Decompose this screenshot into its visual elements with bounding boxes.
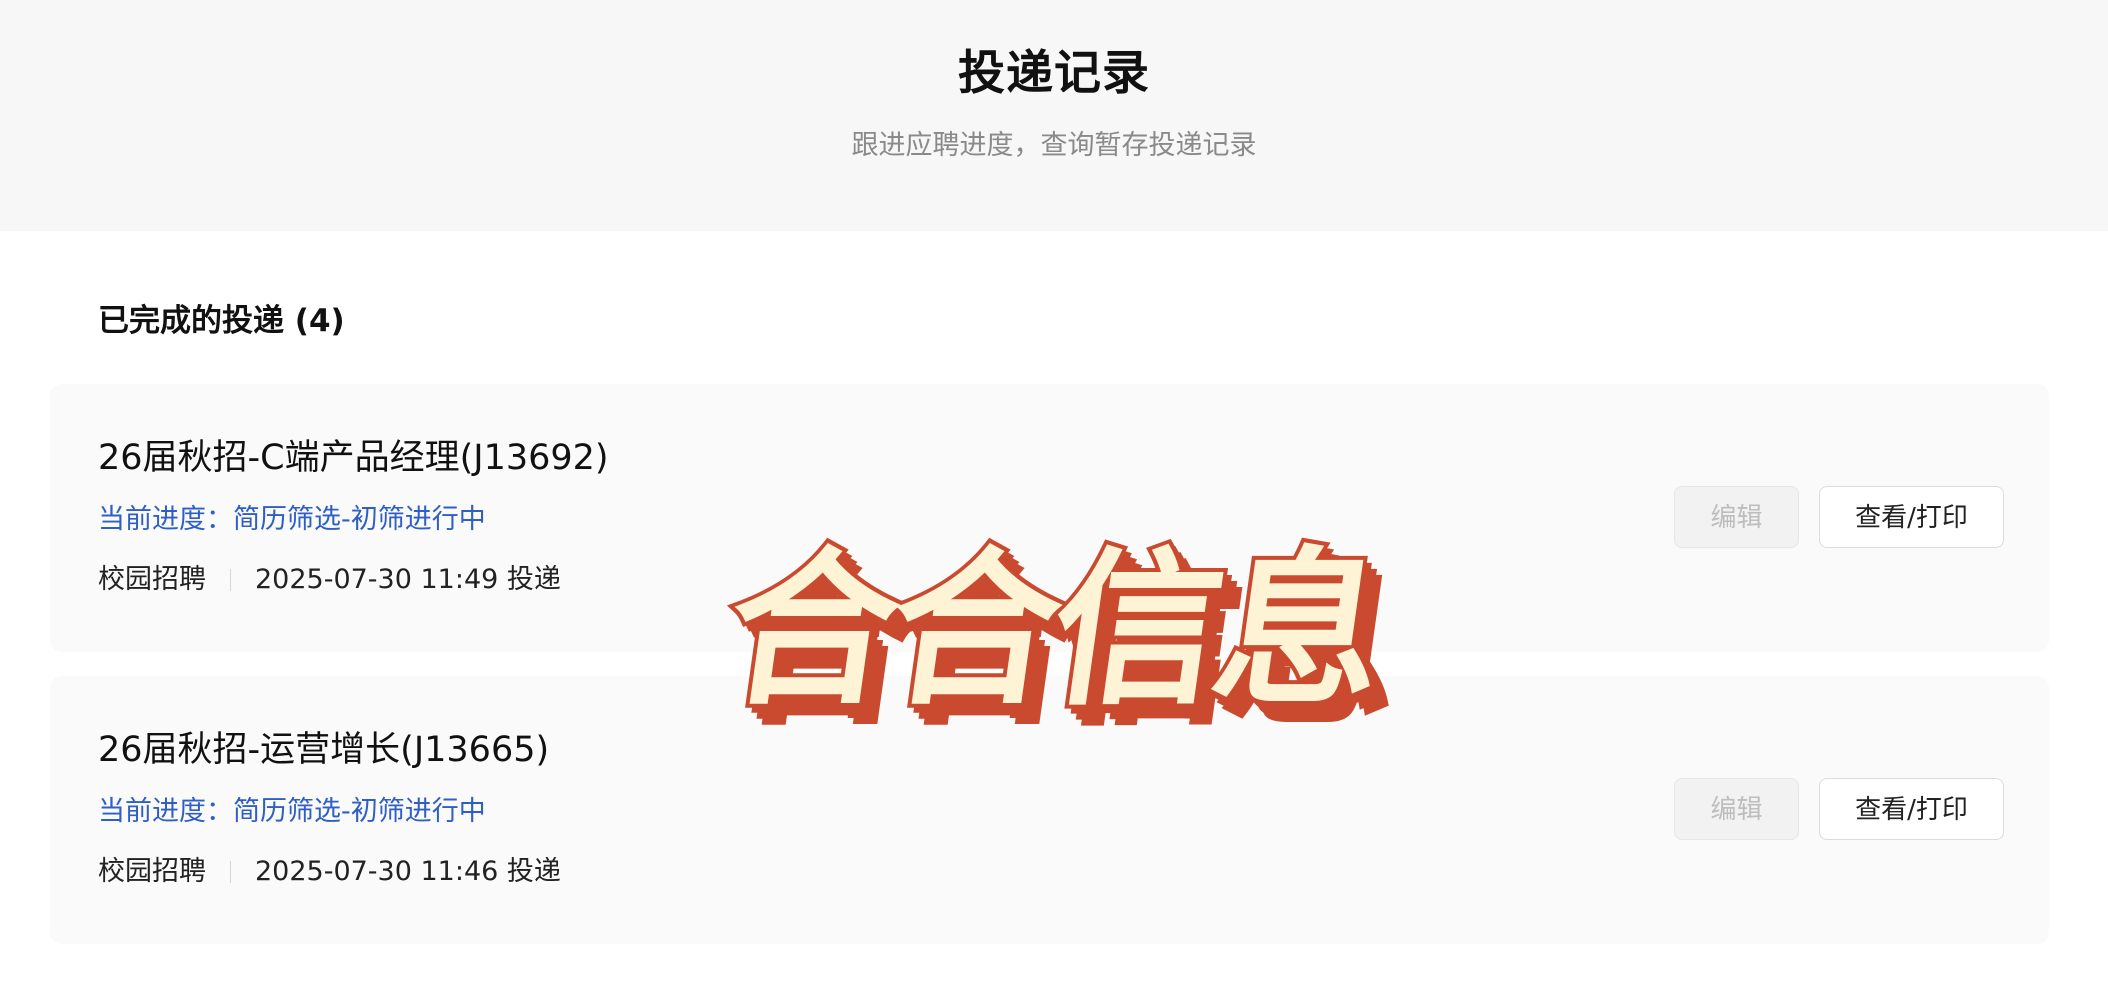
meta-divider — [230, 569, 231, 591]
channel-label: 校园招聘 — [98, 564, 206, 595]
application-card: 26届秋招-运营增长(J13665) 当前进度：简历筛选-初筛进行中 校园招聘 … — [50, 676, 2049, 944]
application-meta: 校园招聘 2025-07-30 11:46 投递 — [98, 854, 561, 890]
page-subtitle: 跟进应聘进度，查询暂存投递记录 — [851, 130, 1257, 161]
submitted-time: 2025-07-30 11:49 投递 — [255, 564, 561, 595]
edit-button[interactable]: 编辑 — [1674, 778, 1799, 840]
page: 投递记录 跟进应聘进度，查询暂存投递记录 已完成的投递 (4) 26届秋招-C端… — [0, 0, 2108, 998]
progress-status: 当前进度：简历筛选-初筛进行中 — [98, 796, 486, 827]
section-title: 已完成的投递 (4) — [98, 303, 345, 339]
channel-label: 校园招聘 — [98, 856, 206, 887]
meta-divider — [230, 861, 231, 883]
view-print-button[interactable]: 查看/打印 — [1819, 778, 2004, 840]
progress-status: 当前进度：简历筛选-初筛进行中 — [98, 504, 486, 535]
page-title: 投递记录 — [958, 46, 1150, 101]
application-card: 26届秋招-C端产品经理(J13692) 当前进度：简历筛选-初筛进行中 校园招… — [50, 384, 2049, 652]
view-print-button[interactable]: 查看/打印 — [1819, 486, 2004, 548]
job-title[interactable]: 26届秋招-运营增长(J13665) — [98, 728, 549, 772]
application-meta: 校园招聘 2025-07-30 11:49 投递 — [98, 562, 561, 598]
job-title[interactable]: 26届秋招-C端产品经理(J13692) — [98, 436, 609, 480]
edit-button[interactable]: 编辑 — [1674, 486, 1799, 548]
page-header: 投递记录 跟进应聘进度，查询暂存投递记录 — [0, 0, 2108, 231]
submitted-time: 2025-07-30 11:46 投递 — [255, 856, 561, 887]
